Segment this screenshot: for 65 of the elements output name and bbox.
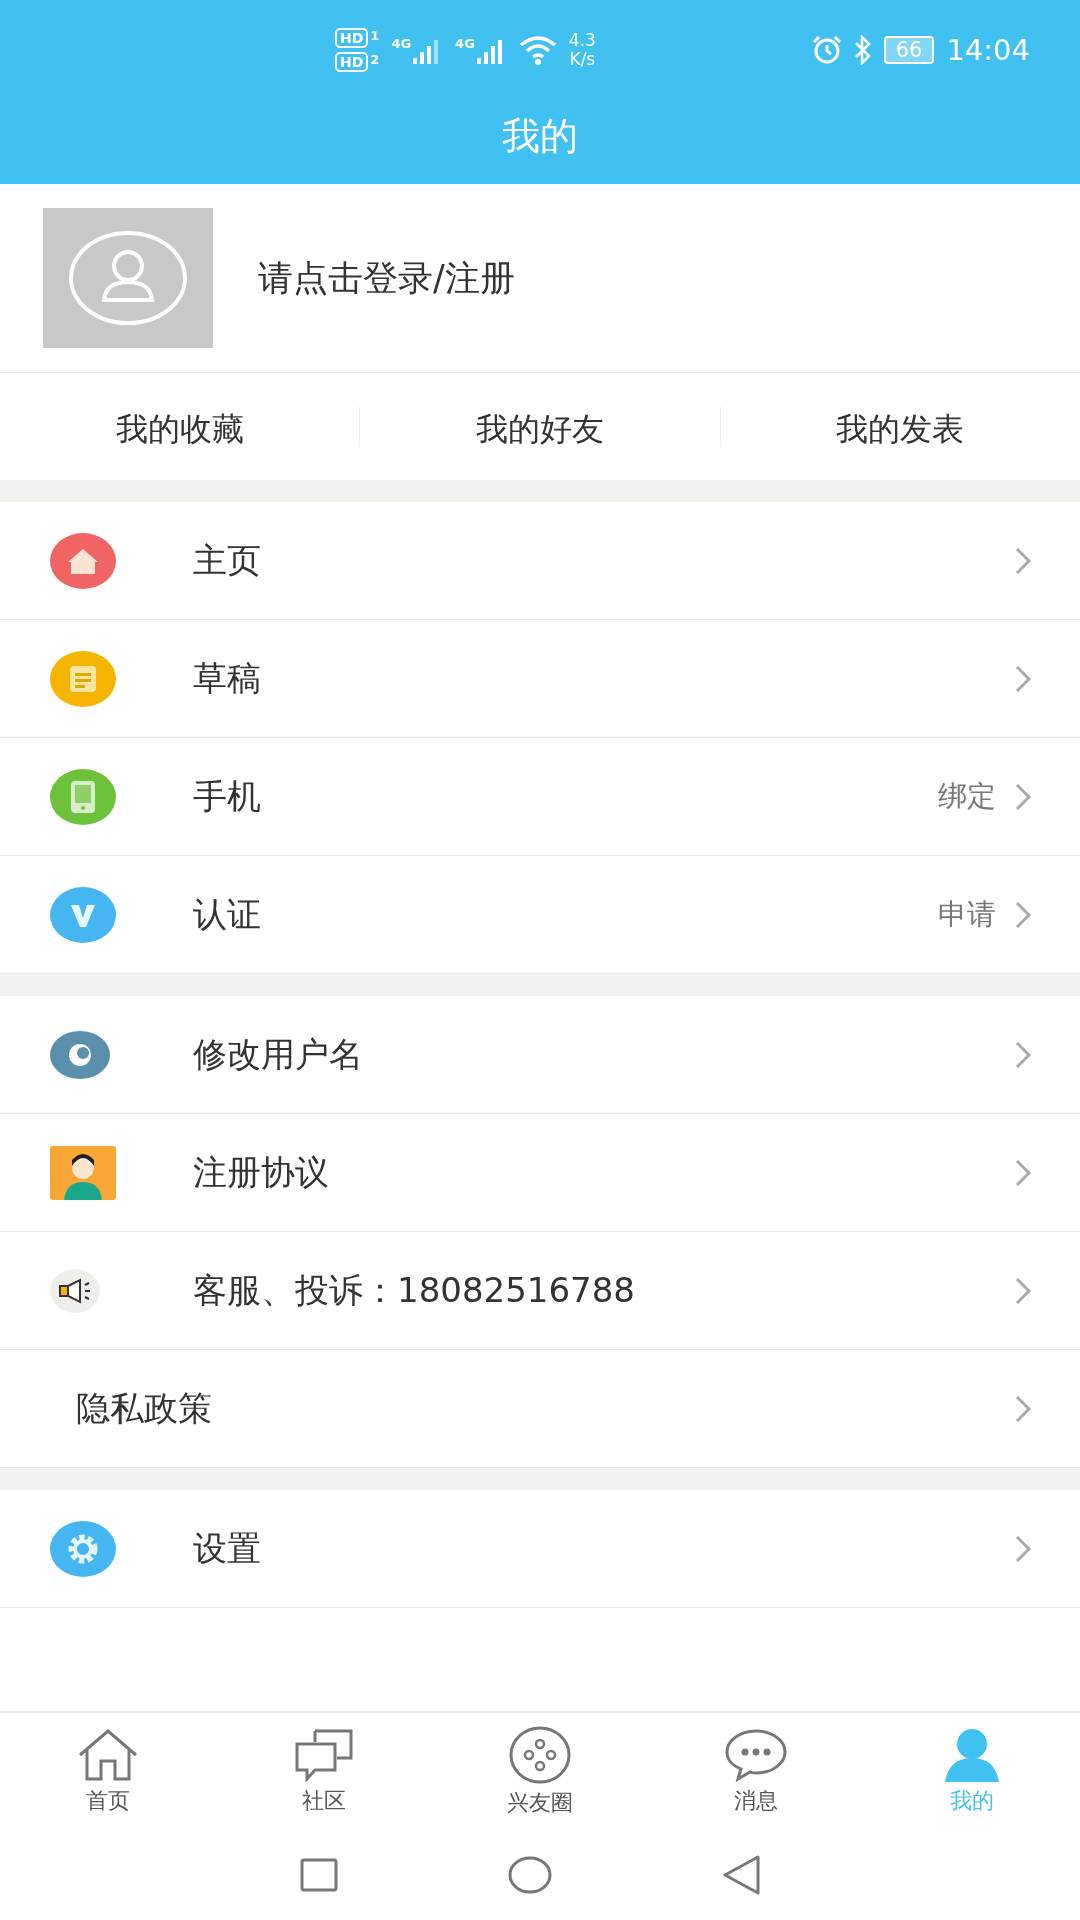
alarm-clock-icon [811, 35, 842, 65]
shortcut-tab[interactable]: 我的好友 [359, 406, 720, 447]
wifi-icon [518, 35, 557, 65]
menu-label: 认证 [193, 892, 262, 936]
v-badge-icon [50, 885, 116, 944]
nav-tab[interactable]: 首页 [0, 1713, 216, 1830]
menu-row[interactable]: 草稿 [0, 620, 1080, 738]
speech-bubble-icon [724, 1727, 788, 1782]
house-icon [50, 531, 116, 590]
menu-row[interactable]: 注册协议 [0, 1114, 1080, 1232]
menu-label: 注册协议 [193, 1150, 330, 1194]
shortcut-tab[interactable]: 我的收藏 [0, 406, 360, 447]
menu-row[interactable]: 手机 绑定 [0, 738, 1080, 856]
network-type: 4G [391, 36, 412, 51]
nav-tab[interactable]: 社区 [216, 1713, 432, 1830]
page-title: 我的 [501, 112, 579, 160]
megaphone-icon [50, 1268, 100, 1313]
menu-label: 手机 [193, 774, 262, 818]
note-icon [50, 649, 116, 708]
speed-unit: K/s [569, 50, 596, 69]
person-icon [50, 1145, 116, 1200]
menu-value: 绑定 [938, 777, 996, 815]
menu-row[interactable]: 主页 [0, 502, 1080, 620]
square-icon[interactable] [300, 1858, 338, 1892]
battery-level: 66 [883, 36, 935, 64]
login-prompt[interactable]: 请点击登录/注册 [258, 254, 515, 302]
menu-row[interactable]: 修改用户名 [0, 996, 1080, 1114]
hd-badge: HD [335, 52, 369, 72]
menu-label: 草稿 [193, 656, 262, 700]
chevron-right-icon [1014, 781, 1032, 812]
clock-time: 14:04 [946, 33, 1030, 67]
chevron-right-icon [1014, 1157, 1032, 1188]
back-triangle-icon[interactable] [722, 1855, 760, 1895]
menu-row[interactable]: 客服、投诉：18082516788 [0, 1232, 1080, 1350]
menu-label: 主页 [193, 538, 262, 582]
chat-bubbles-icon [293, 1727, 355, 1782]
chevron-right-icon [1014, 1039, 1032, 1070]
chevron-right-icon [1014, 663, 1032, 694]
user-icon [68, 230, 188, 326]
circle-icon[interactable] [508, 1856, 552, 1894]
chevron-right-icon [1014, 1393, 1032, 1424]
nav-tab[interactable]: 消息 [648, 1713, 864, 1830]
user-icon [943, 1727, 1001, 1782]
home-icon [77, 1727, 139, 1782]
nav-tab[interactable]: 兴友圈 [432, 1713, 648, 1830]
network-speed: 4.3 [568, 31, 596, 50]
chevron-right-icon [1014, 899, 1032, 930]
hd-badge: HD [335, 28, 369, 48]
sim-slot: 1 [370, 28, 380, 43]
menu-label: 隐私政策 [75, 1386, 213, 1430]
menu-label: 修改用户名 [193, 1032, 364, 1076]
gear-icon [50, 1519, 116, 1578]
menu-label: 客服、投诉：18082516788 [193, 1268, 636, 1312]
chevron-right-icon [1014, 545, 1032, 576]
shortcut-tab[interactable]: 我的发表 [719, 406, 1080, 447]
sim-slot: 2 [370, 52, 380, 67]
network-type: 4G [455, 36, 475, 51]
chevron-right-icon [1014, 1275, 1032, 1306]
dots-circle-icon [509, 1725, 571, 1784]
menu-label: 设置 [193, 1526, 262, 1570]
eye-icon [50, 1030, 110, 1079]
phone-icon [50, 767, 116, 826]
bluetooth-icon [853, 35, 872, 65]
chevron-right-icon [1014, 1533, 1032, 1564]
menu-value: 申请 [938, 895, 996, 933]
